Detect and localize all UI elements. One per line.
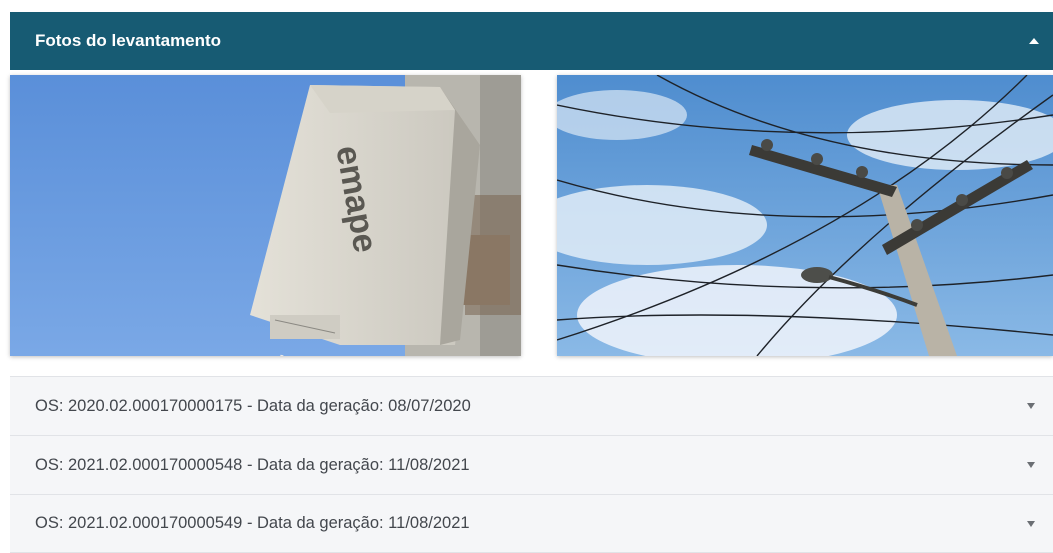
photo-gallery: emape	[10, 70, 1053, 358]
caret-down-icon[interactable]	[1027, 520, 1035, 527]
caret-down-icon[interactable]	[1027, 462, 1035, 468]
panel-header[interactable]: Fotos do levantamento	[10, 12, 1053, 70]
caret-up-icon[interactable]	[1029, 38, 1039, 44]
service-order-label: OS: 2021.02.000170000548 - Data da geraç…	[35, 455, 470, 474]
service-order-item[interactable]: OS: 2021.02.000170000549 - Data da geraç…	[10, 494, 1053, 553]
service-order-label: OS: 2020.02.000170000175 - Data da geraç…	[35, 396, 471, 415]
meter-box-photo[interactable]: emape	[10, 75, 521, 356]
service-order-item[interactable]: OS: 2021.02.000170000548 - Data da geraç…	[10, 435, 1053, 494]
service-order-label: OS: 2021.02.000170000549 - Data da geraç…	[35, 514, 470, 532]
utility-pole-photo[interactable]	[557, 75, 1053, 356]
service-order-list: OS: 2020.02.000170000175 - Data da geraç…	[10, 376, 1053, 553]
service-order-item[interactable]: OS: 2020.02.000170000175 - Data da geraç…	[10, 376, 1053, 435]
panel-title: Fotos do levantamento	[35, 31, 222, 50]
caret-down-icon[interactable]	[1027, 403, 1035, 409]
survey-photos-panel: Fotos do levantamento emape OS: 2020.02.…	[10, 12, 1053, 553]
